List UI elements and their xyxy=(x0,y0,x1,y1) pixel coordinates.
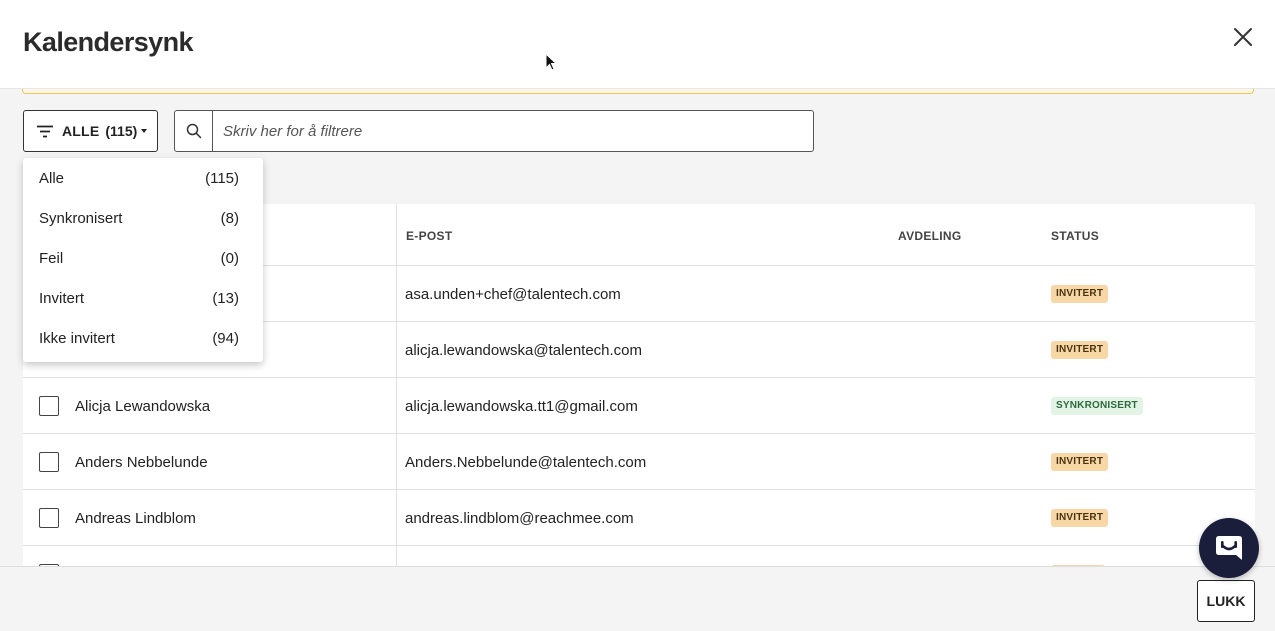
table-row: Anders Nebbelunde Anders.Nebbelunde@tale… xyxy=(23,434,1255,490)
filter-option-count: (94) xyxy=(212,329,239,347)
filter-option-count: (8) xyxy=(220,209,239,227)
close-icon xyxy=(1234,28,1252,46)
row-checkbox[interactable] xyxy=(39,508,59,528)
user-name: Alicja Lewandowska xyxy=(75,398,211,415)
filter-option-label: Feil xyxy=(39,249,64,267)
warning-banner xyxy=(22,89,1254,94)
filter-option-feil[interactable]: Feil (0) xyxy=(23,238,263,278)
search-icon xyxy=(186,123,201,139)
search-box xyxy=(174,110,814,152)
search-icon-box xyxy=(175,111,213,151)
filter-option-label: Invitert xyxy=(39,289,85,307)
row-checkbox[interactable] xyxy=(39,396,59,416)
chat-support-icon xyxy=(1216,536,1242,560)
user-email: andreas.lindblom@reachmee.com xyxy=(405,510,634,527)
table-row: Alicja Lewandowska alicja.lewandowska.tt… xyxy=(23,378,1255,434)
status-filter-menu: Alle (115) Synkronisert (8) Feil (0) Inv… xyxy=(23,158,263,362)
dialog-footer: LUKK xyxy=(0,566,1275,631)
filter-option-label: Synkronisert xyxy=(39,209,123,227)
table-row xyxy=(23,546,1255,566)
close-button[interactable] xyxy=(1228,22,1258,52)
filter-option-synkronisert[interactable]: Synkronisert (8) xyxy=(23,198,263,238)
filter-count: (115) xyxy=(105,123,138,139)
chat-support-button[interactable] xyxy=(1199,518,1259,578)
user-name: Andreas Lindblom xyxy=(75,510,196,527)
status-filter-button[interactable]: ALLE (115) xyxy=(23,110,158,152)
filter-option-label: Alle xyxy=(39,169,65,187)
dialog-header: Kalendersynk xyxy=(0,0,1275,89)
chevron-down-icon xyxy=(141,129,148,133)
filter-option-count: (13) xyxy=(212,289,239,307)
row-checkbox[interactable] xyxy=(39,452,59,472)
dialog-title: Kalendersynk xyxy=(23,27,193,57)
user-email: alicja.lewandowska.tt1@gmail.com xyxy=(405,398,638,415)
close-dialog-button[interactable]: LUKK xyxy=(1197,580,1255,622)
filter-label: ALLE xyxy=(62,123,100,139)
filter-option-label: Ikke invitert xyxy=(39,329,115,347)
filter-option-count: (115) xyxy=(205,169,239,187)
user-email: alicja.lewandowska@talentech.com xyxy=(405,342,643,359)
column-header-status[interactable]: STATUS xyxy=(1051,229,1099,243)
user-email: Anders.Nebbelunde@talentech.com xyxy=(405,454,647,471)
filter-option-count: (0) xyxy=(220,249,239,267)
table-row: Andreas Lindblom andreas.lindblom@reachm… xyxy=(23,490,1255,546)
filter-option-invitert[interactable]: Invitert (13) xyxy=(23,278,263,318)
filter-option-ikke-invitert[interactable]: Ikke invitert (94) xyxy=(23,318,263,358)
status-badge: INVITERT xyxy=(1051,453,1109,471)
status-badge: INVITERT xyxy=(1051,285,1109,303)
search-input[interactable] xyxy=(213,111,813,151)
status-badge: SYNKRONISERT xyxy=(1051,397,1143,415)
user-email: asa.unden+chef@talentech.com xyxy=(405,286,621,303)
column-header-email[interactable]: E-POST xyxy=(406,229,452,243)
column-header-department[interactable]: AVDELING xyxy=(898,229,962,243)
status-badge: INVITERT xyxy=(1051,341,1109,359)
filter-option-alle[interactable]: Alle (115) xyxy=(23,158,263,198)
filter-lines-icon xyxy=(37,125,53,137)
user-name: Anders Nebbelunde xyxy=(75,454,208,471)
status-badge: INVITERT xyxy=(1051,509,1109,527)
mouse-cursor-icon xyxy=(545,53,557,71)
